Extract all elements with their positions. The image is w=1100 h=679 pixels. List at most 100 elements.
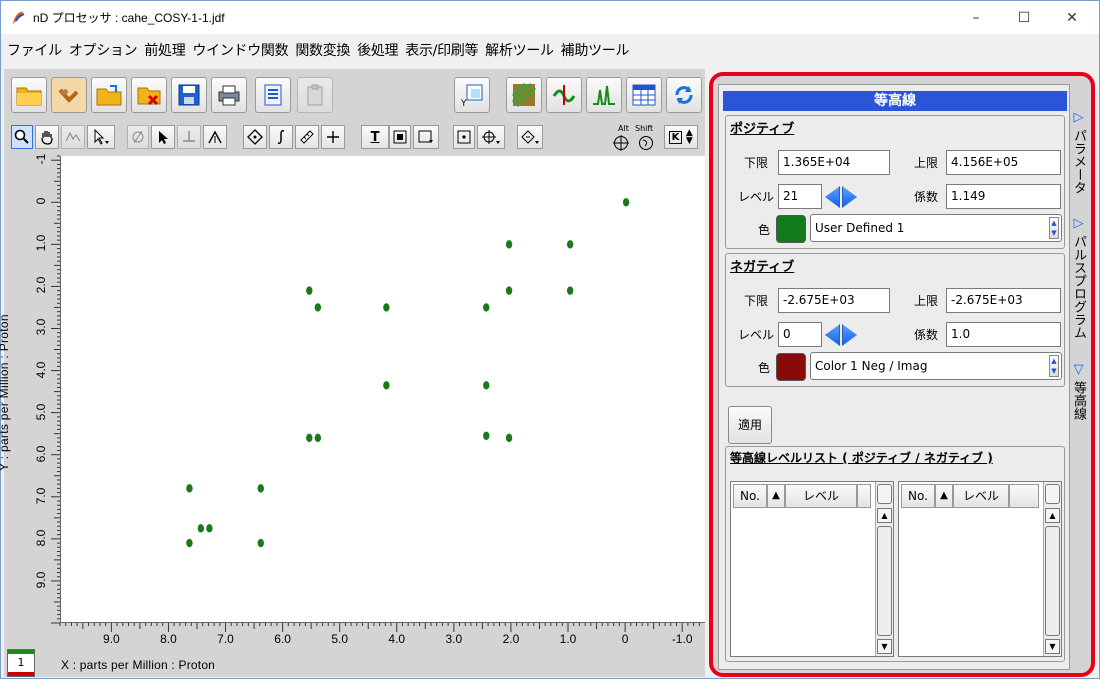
save-button[interactable] [171, 77, 207, 113]
apply-button[interactable]: 適用 [728, 406, 772, 444]
x-tick-label: 1.0 [559, 632, 577, 646]
y-tick-label: 6.0 [34, 445, 48, 463]
k-stepper[interactable]: K ▲ ▼ [664, 125, 698, 149]
col-sort-asc-icon[interactable]: ▲ [767, 484, 785, 508]
point-square-icon [457, 130, 471, 144]
col-sort-asc-icon[interactable]: ▲ [935, 484, 953, 508]
contour-icon [511, 82, 537, 108]
side-tab-pulse-program[interactable]: ▷ パルスプログラム [1069, 216, 1088, 339]
peak-pick-tool[interactable] [203, 125, 227, 149]
col-header-no[interactable]: No. [733, 484, 767, 508]
scroll-up-icon[interactable]: ▲ [1045, 508, 1060, 523]
pan-tool[interactable] [35, 125, 59, 149]
frame-tool[interactable] [389, 125, 411, 149]
positive-color-swatch[interactable] [776, 215, 806, 243]
open-recent-button[interactable] [91, 77, 127, 113]
col-header-blank [1009, 484, 1039, 508]
col-header-level[interactable]: レベル [953, 484, 1009, 508]
negative-color-swatch[interactable] [776, 353, 806, 381]
menu-display-print[interactable]: 表示/印刷等 [405, 40, 478, 60]
negative-level-increment-icon[interactable] [842, 324, 857, 346]
col-header-level[interactable]: レベル [785, 484, 857, 508]
positive-factor-field[interactable]: 1.149 [946, 184, 1061, 209]
scroll-up-icon[interactable]: ▲ [877, 508, 892, 523]
tool-button-2[interactable] [51, 77, 87, 113]
integral-tool[interactable] [269, 125, 293, 149]
crosshair-plus-tool[interactable] [321, 125, 345, 149]
cross-section-tool[interactable] [177, 125, 201, 149]
window-tool[interactable] [413, 125, 439, 149]
scroll-down-icon[interactable]: ▼ [1045, 639, 1060, 654]
maximize-button[interactable]: ☐ [1001, 1, 1047, 34]
x-axis-title: X : parts per Million : Proton [61, 658, 216, 672]
spectrum-1d-button[interactable] [586, 77, 622, 113]
contour-view-button[interactable] [506, 77, 542, 113]
positive-color-dropdown[interactable]: User Defined 1 ▲ ▼ [810, 214, 1062, 242]
contour-plot-area[interactable] [60, 156, 705, 623]
diamond-tool[interactable] [243, 125, 267, 149]
negative-level-field[interactable]: 0 [778, 322, 822, 347]
positive-level-increment-icon[interactable] [842, 186, 857, 208]
phase-button[interactable] [546, 77, 582, 113]
cross-peak-21 [257, 538, 264, 548]
positive-lower-field[interactable]: 1.365E+04 [778, 150, 890, 175]
y-tick-label: 1.0 [34, 235, 48, 252]
scroll-thumb[interactable] [1045, 526, 1060, 636]
y-projection-button[interactable]: Y [454, 77, 490, 113]
close-file-button[interactable] [131, 77, 167, 113]
shift-dial-toggle[interactable] [637, 134, 655, 152]
pointer-dropdown[interactable] [87, 125, 115, 149]
negative-level-table: No. ▲ レベル ▲ ▼ [898, 481, 1062, 657]
side-tab-parameters[interactable]: ▷ パラメータ [1069, 110, 1088, 194]
negative-table-scrollbar[interactable]: ▲ ▼ [1043, 482, 1061, 656]
table-view-button[interactable] [626, 77, 662, 113]
positive-level-decrement-icon[interactable] [825, 186, 840, 208]
negative-factor-field[interactable]: 1.0 [946, 322, 1061, 347]
alt-crosshair-toggle[interactable] [612, 134, 630, 152]
negative-level-decrement-icon[interactable] [825, 324, 840, 346]
window-icon [418, 130, 433, 143]
menu-analysis-tools[interactable]: 解析ツール [485, 40, 554, 60]
menu-postprocess[interactable]: 後処理 [357, 40, 398, 60]
cross-peak-18 [197, 524, 205, 533]
positive-upper-field[interactable]: 4.156E+05 [946, 150, 1061, 175]
menu-transform[interactable]: 関数変換 [295, 40, 350, 60]
level-list-title: 等高線レベルリスト ( ポジティブ / ネガティブ ) [730, 451, 993, 465]
menu-options[interactable]: オプション [69, 40, 138, 60]
app-window: nD プロセッサ : cahe_COSY-1-1.jdf – ☐ ✕ ファイル … [0, 0, 1100, 679]
select-arrow-tool[interactable] [151, 125, 175, 149]
null-tool[interactable] [127, 125, 149, 149]
printer-icon [218, 85, 240, 106]
page-indicator[interactable]: 1 [7, 649, 35, 677]
level-tool[interactable] [517, 125, 543, 149]
side-tab-contour[interactable]: ▽ 等高線 [1069, 362, 1088, 420]
zoom-tool[interactable] [11, 125, 33, 149]
positive-level-field[interactable]: 21 [778, 184, 822, 209]
open-folder-button[interactable] [11, 77, 47, 113]
point-tool[interactable] [453, 125, 475, 149]
scroll-down-icon[interactable]: ▼ [877, 639, 892, 654]
refresh-button[interactable] [666, 77, 702, 113]
negative-lower-label: 下限 [744, 294, 769, 308]
close-button[interactable]: ✕ [1049, 1, 1095, 34]
negative-upper-field[interactable]: -2.675E+03 [946, 288, 1061, 313]
crosshair-dropdown[interactable] [477, 125, 505, 149]
scroll-thumb[interactable] [877, 526, 892, 636]
ruler-tool[interactable] [295, 125, 319, 149]
minimize-button[interactable]: – [953, 1, 999, 34]
negative-color-dropdown[interactable]: Color 1 Neg / Imag ▲ ▼ [810, 352, 1062, 380]
menu-file[interactable]: ファイル [7, 40, 62, 60]
clipboard-button[interactable] [297, 77, 333, 113]
col-header-no[interactable]: No. [901, 484, 935, 508]
text-tool[interactable]: T [361, 125, 389, 149]
folder-arrow-icon [96, 85, 122, 106]
baseline-tool[interactable] [61, 125, 85, 149]
menu-aux-tools[interactable]: 補助ツール [561, 40, 630, 60]
negative-lower-field[interactable]: -2.675E+03 [778, 288, 890, 313]
document-list-button[interactable] [255, 77, 291, 113]
positive-table-scrollbar[interactable]: ▲ ▼ [875, 482, 893, 656]
menu-window-function[interactable]: ウインドウ関数 [192, 40, 288, 60]
menu-preprocess[interactable]: 前処理 [144, 40, 185, 60]
cross-icon [183, 131, 195, 142]
print-button[interactable] [211, 77, 247, 113]
